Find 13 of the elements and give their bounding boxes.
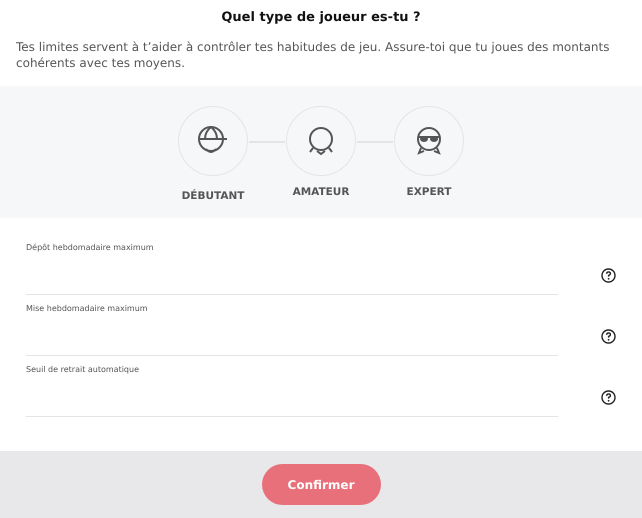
help-icon[interactable] bbox=[601, 268, 616, 283]
amount-field[interactable]: Dépôt hebdomadaire maximum bbox=[26, 238, 558, 294]
face-icon bbox=[306, 124, 336, 158]
amount-field[interactable]: Mise hebdomadaire maximum bbox=[26, 300, 558, 356]
player-type-label: DÉBUTANT bbox=[182, 190, 244, 202]
page-title: Quel type de joueur es-tu ? bbox=[220, 10, 422, 25]
player-type-label: EXPERT bbox=[406, 186, 452, 198]
sunglasses-face-icon bbox=[414, 124, 444, 158]
player-type-label: AMATEUR bbox=[292, 186, 350, 198]
help-icon[interactable] bbox=[601, 390, 616, 405]
help-icon[interactable] bbox=[601, 329, 616, 344]
amount-field[interactable]: Seuil de retrait automatique bbox=[26, 360, 558, 416]
description-text: Tes limites servent à t’aider à contrôler tes habitudes de jeu. Assure-toi que tu joues des montants cohérents avec tes moyens. bbox=[16, 39, 610, 71]
